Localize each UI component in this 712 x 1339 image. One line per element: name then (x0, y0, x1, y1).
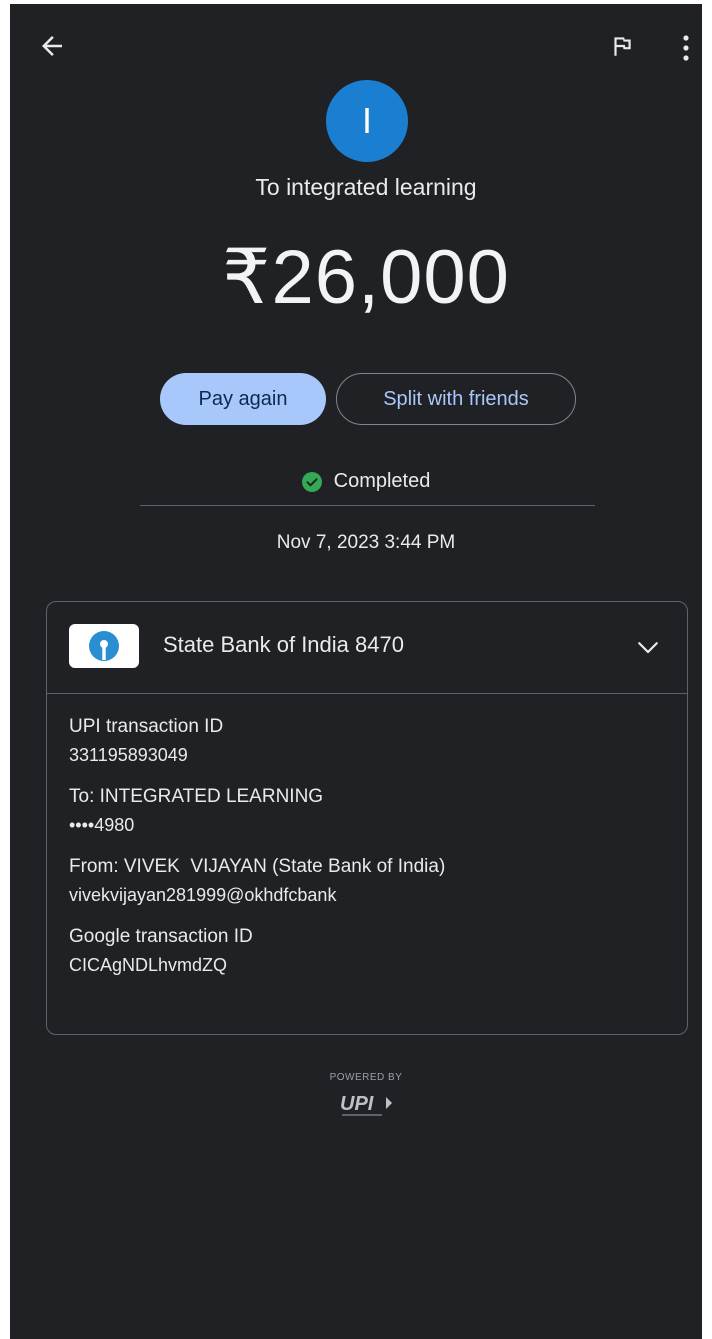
transaction-details-screen: I To integrated learning ₹26,000 Pay aga… (10, 4, 702, 1339)
detail-label: To: INTEGRATED LEARNING (69, 786, 324, 807)
payee-avatar: I (326, 80, 408, 162)
powered-by-label: POWERED BY (329, 1072, 403, 1083)
arrow-left-icon (42, 36, 62, 56)
detail-upi-transaction-id: UPI transaction ID 331195893049 (69, 714, 669, 770)
transaction-timestamp: Nov 7, 2023 3:44 PM (276, 532, 456, 553)
payment-status: Completed (10, 470, 712, 493)
detail-label: UPI transaction ID (69, 716, 224, 737)
detail-value: CICAgNDLhvmdZQ (69, 955, 228, 975)
detail-value: 331195893049 (69, 745, 188, 765)
payment-amount: ₹26,000 (222, 235, 510, 320)
chevron-down-icon[interactable] (633, 632, 663, 662)
detail-value: vivekvijayan281999@okhdfcbank (69, 885, 337, 905)
sbi-logo-icon (69, 624, 139, 668)
flag-icon (614, 37, 631, 56)
check-circle-icon (301, 471, 322, 492)
transaction-details: UPI transaction ID 331195893049 To: INTE… (69, 714, 669, 994)
status-text: Completed (333, 470, 431, 492)
more-vert-icon (683, 35, 689, 61)
more-options-button[interactable] (674, 28, 698, 68)
upi-brand-text: UPI (340, 1093, 374, 1115)
avatar-initial: I (361, 100, 372, 141)
account-details-card: State Bank of India 8470 UPI transaction… (46, 601, 688, 1035)
back-button[interactable] (32, 26, 72, 66)
report-button[interactable] (604, 28, 640, 64)
pay-again-button[interactable]: Pay again (160, 373, 326, 425)
upi-logo-icon: UPI (340, 1093, 392, 1116)
detail-to: To: INTEGRATED LEARNING ••••4980 (69, 784, 669, 840)
bank-account-row[interactable]: State Bank of India 8470 (47, 602, 687, 694)
detail-google-transaction-id: Google transaction ID CICAgNDLhvmdZQ (69, 924, 669, 980)
detail-value: ••••4980 (69, 815, 135, 835)
bank-account-name: State Bank of India 8470 (163, 632, 404, 657)
detail-label: Google transaction ID (69, 926, 253, 947)
recipient-label: To integrated learning (255, 174, 477, 200)
split-with-friends-button[interactable]: Split with friends (336, 373, 576, 425)
divider (140, 505, 595, 506)
detail-from: From: VIVEK VIJAYAN (State Bank of India… (69, 854, 669, 910)
detail-label: From: VIVEK VIJAYAN (State Bank of India… (69, 856, 446, 877)
